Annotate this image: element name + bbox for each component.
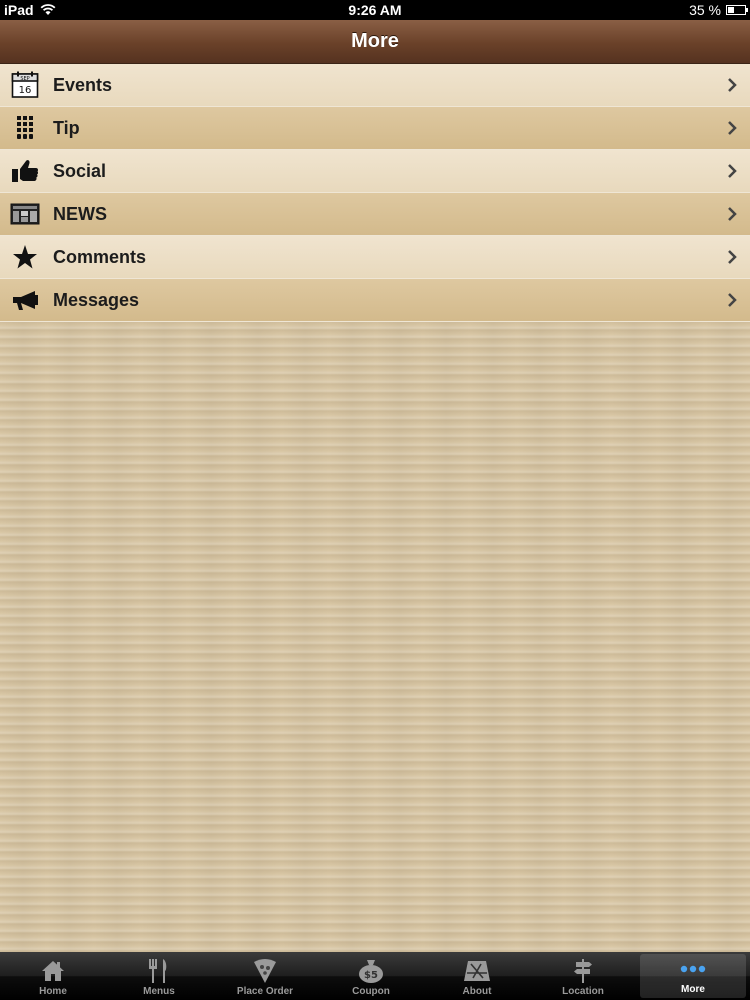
- tab-label: About: [462, 986, 492, 997]
- more-menu-list: SEP 16 Events Tip Social NEWS Comments M…: [0, 64, 750, 322]
- navigation-bar: More: [0, 20, 750, 64]
- tab-label: Place Order: [236, 986, 294, 997]
- tab-bar: Home Menus Place Order $5 Coupon About L…: [0, 952, 750, 1000]
- pizza-icon: [250, 957, 280, 985]
- tab-more[interactable]: More: [640, 954, 746, 998]
- signpost-icon: [568, 957, 598, 985]
- home-icon: [38, 957, 68, 985]
- menu-item-comments[interactable]: Comments: [0, 236, 750, 279]
- chevron-right-icon: [728, 207, 737, 221]
- battery-icon: [726, 5, 748, 15]
- fork-knife-icon: [144, 957, 174, 985]
- more-dots-icon: [678, 955, 708, 983]
- tab-label: Menus: [143, 986, 175, 997]
- chevron-right-icon: [728, 164, 737, 178]
- tab-coupon[interactable]: $5 Coupon: [318, 952, 424, 1000]
- menu-item-events[interactable]: SEP 16 Events: [0, 64, 750, 107]
- chevron-right-icon: [728, 293, 737, 307]
- menu-item-label: Events: [53, 74, 113, 95]
- status-right: 35 %: [689, 2, 748, 18]
- thumbs-up-icon: [10, 156, 40, 186]
- tab-location[interactable]: Location: [530, 952, 636, 1000]
- tab-label: More: [681, 984, 705, 995]
- calculator-icon: [10, 113, 40, 143]
- chevron-right-icon: [728, 250, 737, 264]
- status-time: 9:26 AM: [348, 2, 402, 18]
- menu-item-social[interactable]: Social: [0, 150, 750, 193]
- calendar-day: 16: [19, 85, 32, 96]
- tab-about[interactable]: About: [424, 952, 530, 1000]
- menu-item-tip[interactable]: Tip: [0, 107, 750, 150]
- menu-item-label: Comments: [53, 246, 147, 267]
- page-title: More: [351, 30, 399, 52]
- map-icon: [462, 957, 492, 985]
- newspaper-icon: [10, 199, 40, 229]
- menu-item-news[interactable]: NEWS: [0, 193, 750, 236]
- money-bag-icon: $5: [356, 957, 386, 985]
- status-bar: iPad 9:26 AM 35 %: [0, 0, 750, 20]
- battery-percent: 35 %: [689, 2, 721, 18]
- menu-item-label: Tip: [53, 117, 80, 138]
- menu-item-label: Social: [53, 160, 107, 181]
- tab-label: Coupon: [352, 986, 390, 997]
- calendar-icon: SEP 16: [10, 70, 40, 100]
- tab-place-order[interactable]: Place Order: [212, 952, 318, 1000]
- menu-item-label: NEWS: [53, 203, 107, 224]
- chevron-right-icon: [728, 78, 737, 92]
- megaphone-icon: [10, 285, 40, 315]
- tab-label: Home: [39, 986, 67, 997]
- tab-menus[interactable]: Menus: [106, 952, 212, 1000]
- tab-label: Location: [562, 986, 604, 997]
- chevron-right-icon: [728, 121, 737, 135]
- menu-item-label: Messages: [53, 289, 140, 310]
- calendar-month: SEP: [20, 76, 29, 82]
- tab-home[interactable]: Home: [0, 952, 106, 1000]
- star-icon: [10, 242, 40, 272]
- menu-item-messages[interactable]: Messages: [0, 279, 750, 322]
- svg-text:$5: $5: [364, 970, 378, 981]
